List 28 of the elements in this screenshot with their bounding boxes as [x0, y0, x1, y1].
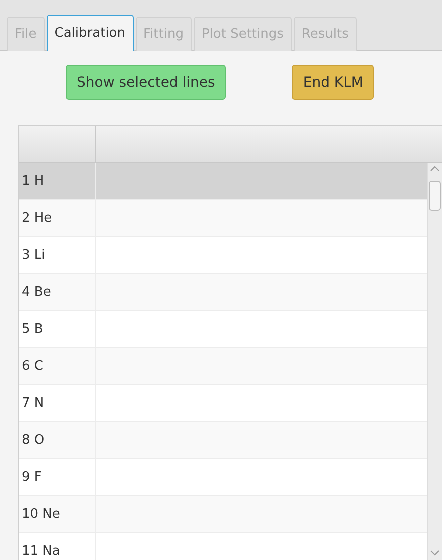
table-row[interactable]: 7 N: [19, 385, 427, 422]
table-cell: 1 H: [19, 163, 96, 199]
table-cell: 8 O: [19, 422, 96, 458]
scroll-up-icon[interactable]: [430, 165, 440, 173]
table-row[interactable]: 9 F: [19, 459, 427, 496]
table-row[interactable]: 1 H: [19, 163, 427, 200]
show-lines-button[interactable]: Show selected lines: [66, 65, 226, 100]
table-row[interactable]: 8 O: [19, 422, 427, 459]
scrollbar[interactable]: [427, 163, 442, 560]
table-cell: 7 N: [19, 385, 96, 421]
end-klm-button[interactable]: End KLM: [292, 65, 374, 100]
table-row[interactable]: 4 Be: [19, 274, 427, 311]
table-cell: 3 Li: [19, 237, 96, 273]
scroll-down-icon[interactable]: [430, 549, 440, 557]
table-row[interactable]: 3 Li: [19, 237, 427, 274]
scroll-thumb[interactable]: [429, 181, 441, 211]
table-cell: 4 Be: [19, 274, 96, 310]
table-row[interactable]: 2 He: [19, 200, 427, 237]
table-cell: 9 F: [19, 459, 96, 495]
table-cell: 6 C: [19, 348, 96, 384]
table-cell: 10 Ne: [19, 496, 96, 532]
table-cell: 11 Na: [19, 533, 96, 560]
table-row[interactable]: 6 C: [19, 348, 427, 385]
table-row[interactable]: 5 B: [19, 311, 427, 348]
tab[interactable]: Calibration: [46, 15, 134, 51]
table-row[interactable]: 10 Ne: [19, 496, 427, 533]
table-cell: 2 He: [19, 200, 96, 236]
table-cell: 5 B: [19, 311, 96, 347]
